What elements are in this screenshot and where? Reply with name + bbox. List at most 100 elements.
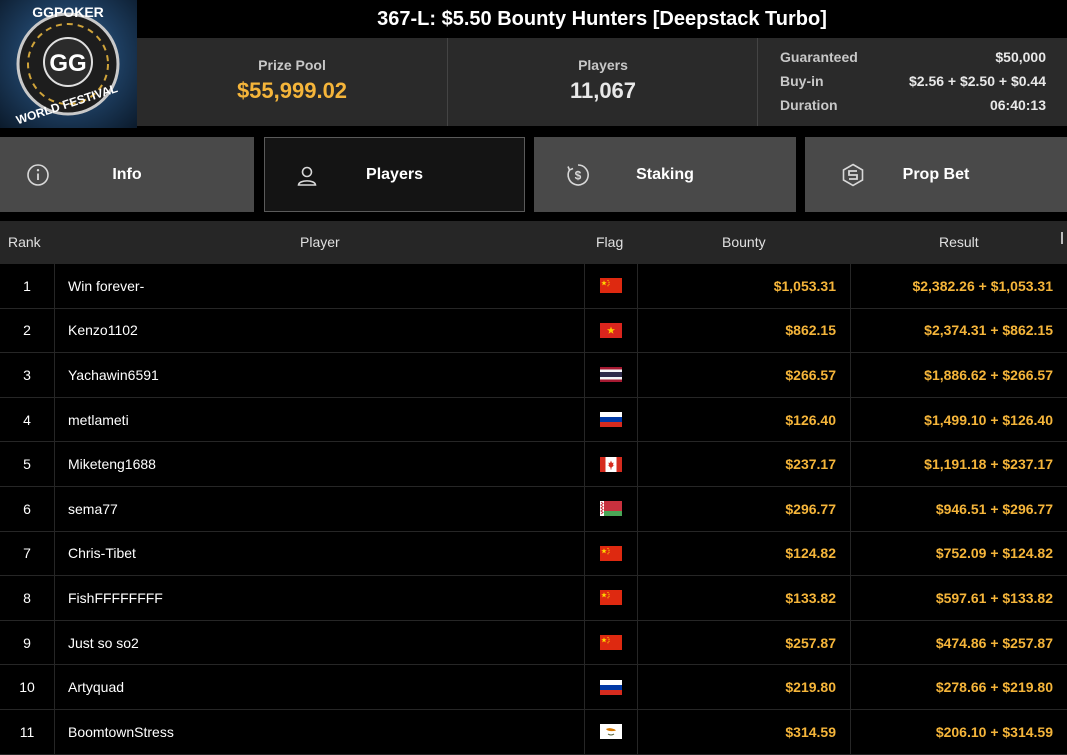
flag-cell — [584, 620, 638, 665]
bounty-cell: $314.59 — [637, 709, 851, 754]
russia-flag-icon — [600, 679, 622, 695]
buy-in-row: Buy-in $2.56 + $2.50 + $0.44 — [780, 73, 1046, 95]
column-header-result[interactable]: Result — [939, 221, 979, 264]
player-name-cell: Win forever- — [68, 277, 145, 294]
prize-pool-stat: Prize Pool $55,999.02 — [137, 38, 447, 126]
players-label: Players — [578, 57, 628, 73]
result-cell: $752.09 + $124.82 — [935, 545, 1053, 562]
table-row[interactable]: 4 metlameti $126.40 $1,499.10 + $126.40 — [0, 397, 1067, 443]
result-cell: $1,499.10 + $126.40 — [924, 411, 1053, 428]
tab-players[interactable]: Players — [264, 137, 525, 212]
belarus-flag-icon — [600, 501, 622, 517]
flag-cell — [584, 442, 638, 486]
table-row[interactable]: 7 Chris-Tibet $124.82 $752.09 + $124.82 — [0, 531, 1067, 577]
flag-cell — [584, 308, 638, 353]
user-icon — [297, 166, 317, 186]
result-cell: $597.61 + $133.82 — [935, 589, 1053, 606]
flag-cell — [584, 709, 638, 754]
rank-cell: 5 — [0, 442, 55, 486]
rank-cell: 10 — [0, 665, 55, 709]
bounty-cell: $126.40 — [637, 397, 851, 442]
players-table-body: 1 Win forever- $1,053.31 $2,382.26 + $1,053… — [0, 264, 1067, 755]
duration-label: Duration — [780, 97, 838, 113]
player-name-cell: Kenzo1102 — [68, 322, 138, 339]
logo-mark-text: GG — [49, 50, 86, 77]
rank-cell: 9 — [0, 620, 55, 665]
tab-players-label: Players — [366, 165, 423, 183]
bounty-cell: $219.80 — [637, 665, 851, 709]
rank-cell: 1 — [0, 264, 55, 308]
info-icon — [27, 164, 49, 186]
flag-cell — [584, 353, 638, 397]
bounty-cell: $124.82 — [637, 531, 851, 576]
result-cell: $474.86 + $257.87 — [935, 634, 1053, 651]
table-row[interactable]: 5 Miketeng1688 $237.17 $1,191.18 + $237.17 — [0, 442, 1067, 487]
china-flag-icon — [600, 545, 622, 561]
canada-flag-icon — [600, 456, 622, 472]
player-name-cell: FishFFFFFFFF — [68, 589, 163, 606]
flag-cell — [584, 531, 638, 576]
tab-prop-bet-label: Prop Bet — [902, 165, 970, 183]
tab-prop-bet[interactable]: Prop Bet — [805, 137, 1067, 212]
player-name-cell: Chris-Tibet — [68, 545, 136, 562]
player-name-cell: Yachawin6591 — [68, 366, 159, 383]
china-flag-icon — [600, 590, 622, 606]
result-cell: $1,886.62 + $266.57 — [924, 366, 1053, 383]
table-row[interactable]: 1 Win forever- $1,053.31 $2,382.26 + $1,053… — [0, 264, 1067, 309]
result-cell: $2,374.31 + $862.15 — [924, 322, 1053, 339]
prop-bet-icon — [842, 163, 864, 187]
bounty-cell: $237.17 — [637, 442, 851, 486]
column-header-flag[interactable]: Flag — [596, 221, 623, 264]
column-header-bounty[interactable]: Bounty — [722, 221, 766, 264]
flag-cell — [584, 486, 638, 531]
tab-staking[interactable]: $ Staking — [534, 137, 796, 212]
china-flag-icon — [600, 635, 622, 651]
thailand-flag-icon — [600, 367, 622, 383]
player-name-cell: sema77 — [68, 500, 118, 517]
rank-cell: 6 — [0, 486, 55, 531]
bounty-cell: $266.57 — [637, 353, 851, 397]
china-flag-icon — [600, 278, 622, 294]
column-header-rank[interactable]: Rank — [8, 221, 41, 264]
players-table-header: Rank Player Flag Bounty Result — [0, 221, 1067, 264]
table-row[interactable]: 11 BoomtownStress $314.59 $206.10 + $314.59 — [0, 709, 1067, 755]
guaranteed-row: Guaranteed $50,000 — [780, 49, 1046, 71]
vietnam-flag-icon — [600, 322, 622, 338]
column-header-player[interactable]: Player — [300, 221, 340, 264]
players-count-stat: Players 11,067 — [447, 38, 758, 126]
result-cell: $278.66 + $219.80 — [935, 679, 1053, 696]
player-name-cell: metlameti — [68, 411, 129, 428]
bounty-cell: $296.77 — [637, 486, 851, 531]
table-row[interactable]: 10 Artyquad $219.80 $278.66 + $219.80 — [0, 665, 1067, 710]
tournament-details: Guaranteed $50,000 Buy-in $2.56 + $2.50 … — [757, 38, 1067, 126]
rank-cell: 11 — [0, 709, 55, 754]
table-row[interactable]: 9 Just so so2 $257.87 $474.86 + $257.87 — [0, 620, 1067, 666]
tab-staking-label: Staking — [636, 165, 694, 183]
logo-top-text: GGPOKER — [32, 4, 104, 20]
result-cell: $946.51 + $296.77 — [935, 500, 1053, 517]
result-cell: $2,382.26 + $1,053.31 — [912, 277, 1053, 294]
table-scrollbar[interactable] — [1061, 232, 1063, 244]
table-row[interactable]: 2 Kenzo1102 $862.15 $2,374.31 + $862.15 — [0, 308, 1067, 354]
flag-cell — [584, 264, 638, 308]
table-row[interactable]: 8 FishFFFFFFFF $133.82 $597.61 + $133.82 — [0, 576, 1067, 621]
bounty-cell: $133.82 — [637, 576, 851, 620]
guaranteed-label: Guaranteed — [780, 49, 858, 65]
prize-pool-label: Prize Pool — [258, 57, 326, 73]
rank-cell: 7 — [0, 531, 55, 576]
ggpoker-world-festival-logo: GG GGPOKER WORLD FESTIVAL — [0, 0, 137, 128]
guaranteed-value: $50,000 — [995, 49, 1046, 65]
tournament-title: 367-L: $5.50 Bounty Hunters [Deepstack T… — [137, 0, 1067, 38]
cyprus-flag-icon — [600, 724, 622, 740]
prize-pool-value: $55,999.02 — [236, 78, 348, 103]
tab-info[interactable]: Info — [0, 137, 254, 212]
rank-cell: 2 — [0, 308, 55, 353]
flag-cell — [584, 397, 638, 442]
rank-cell: 4 — [0, 397, 55, 442]
table-row[interactable]: 6 sema77 $296.77 $946.51 + $296.77 — [0, 486, 1067, 532]
rank-cell: 3 — [0, 353, 55, 397]
players-value: 11,067 — [569, 78, 637, 103]
russia-flag-icon — [600, 412, 622, 428]
table-row[interactable]: 3 Yachawin6591 $266.57 $1,886.62 + $266.57 — [0, 353, 1067, 398]
flag-cell — [584, 665, 638, 709]
